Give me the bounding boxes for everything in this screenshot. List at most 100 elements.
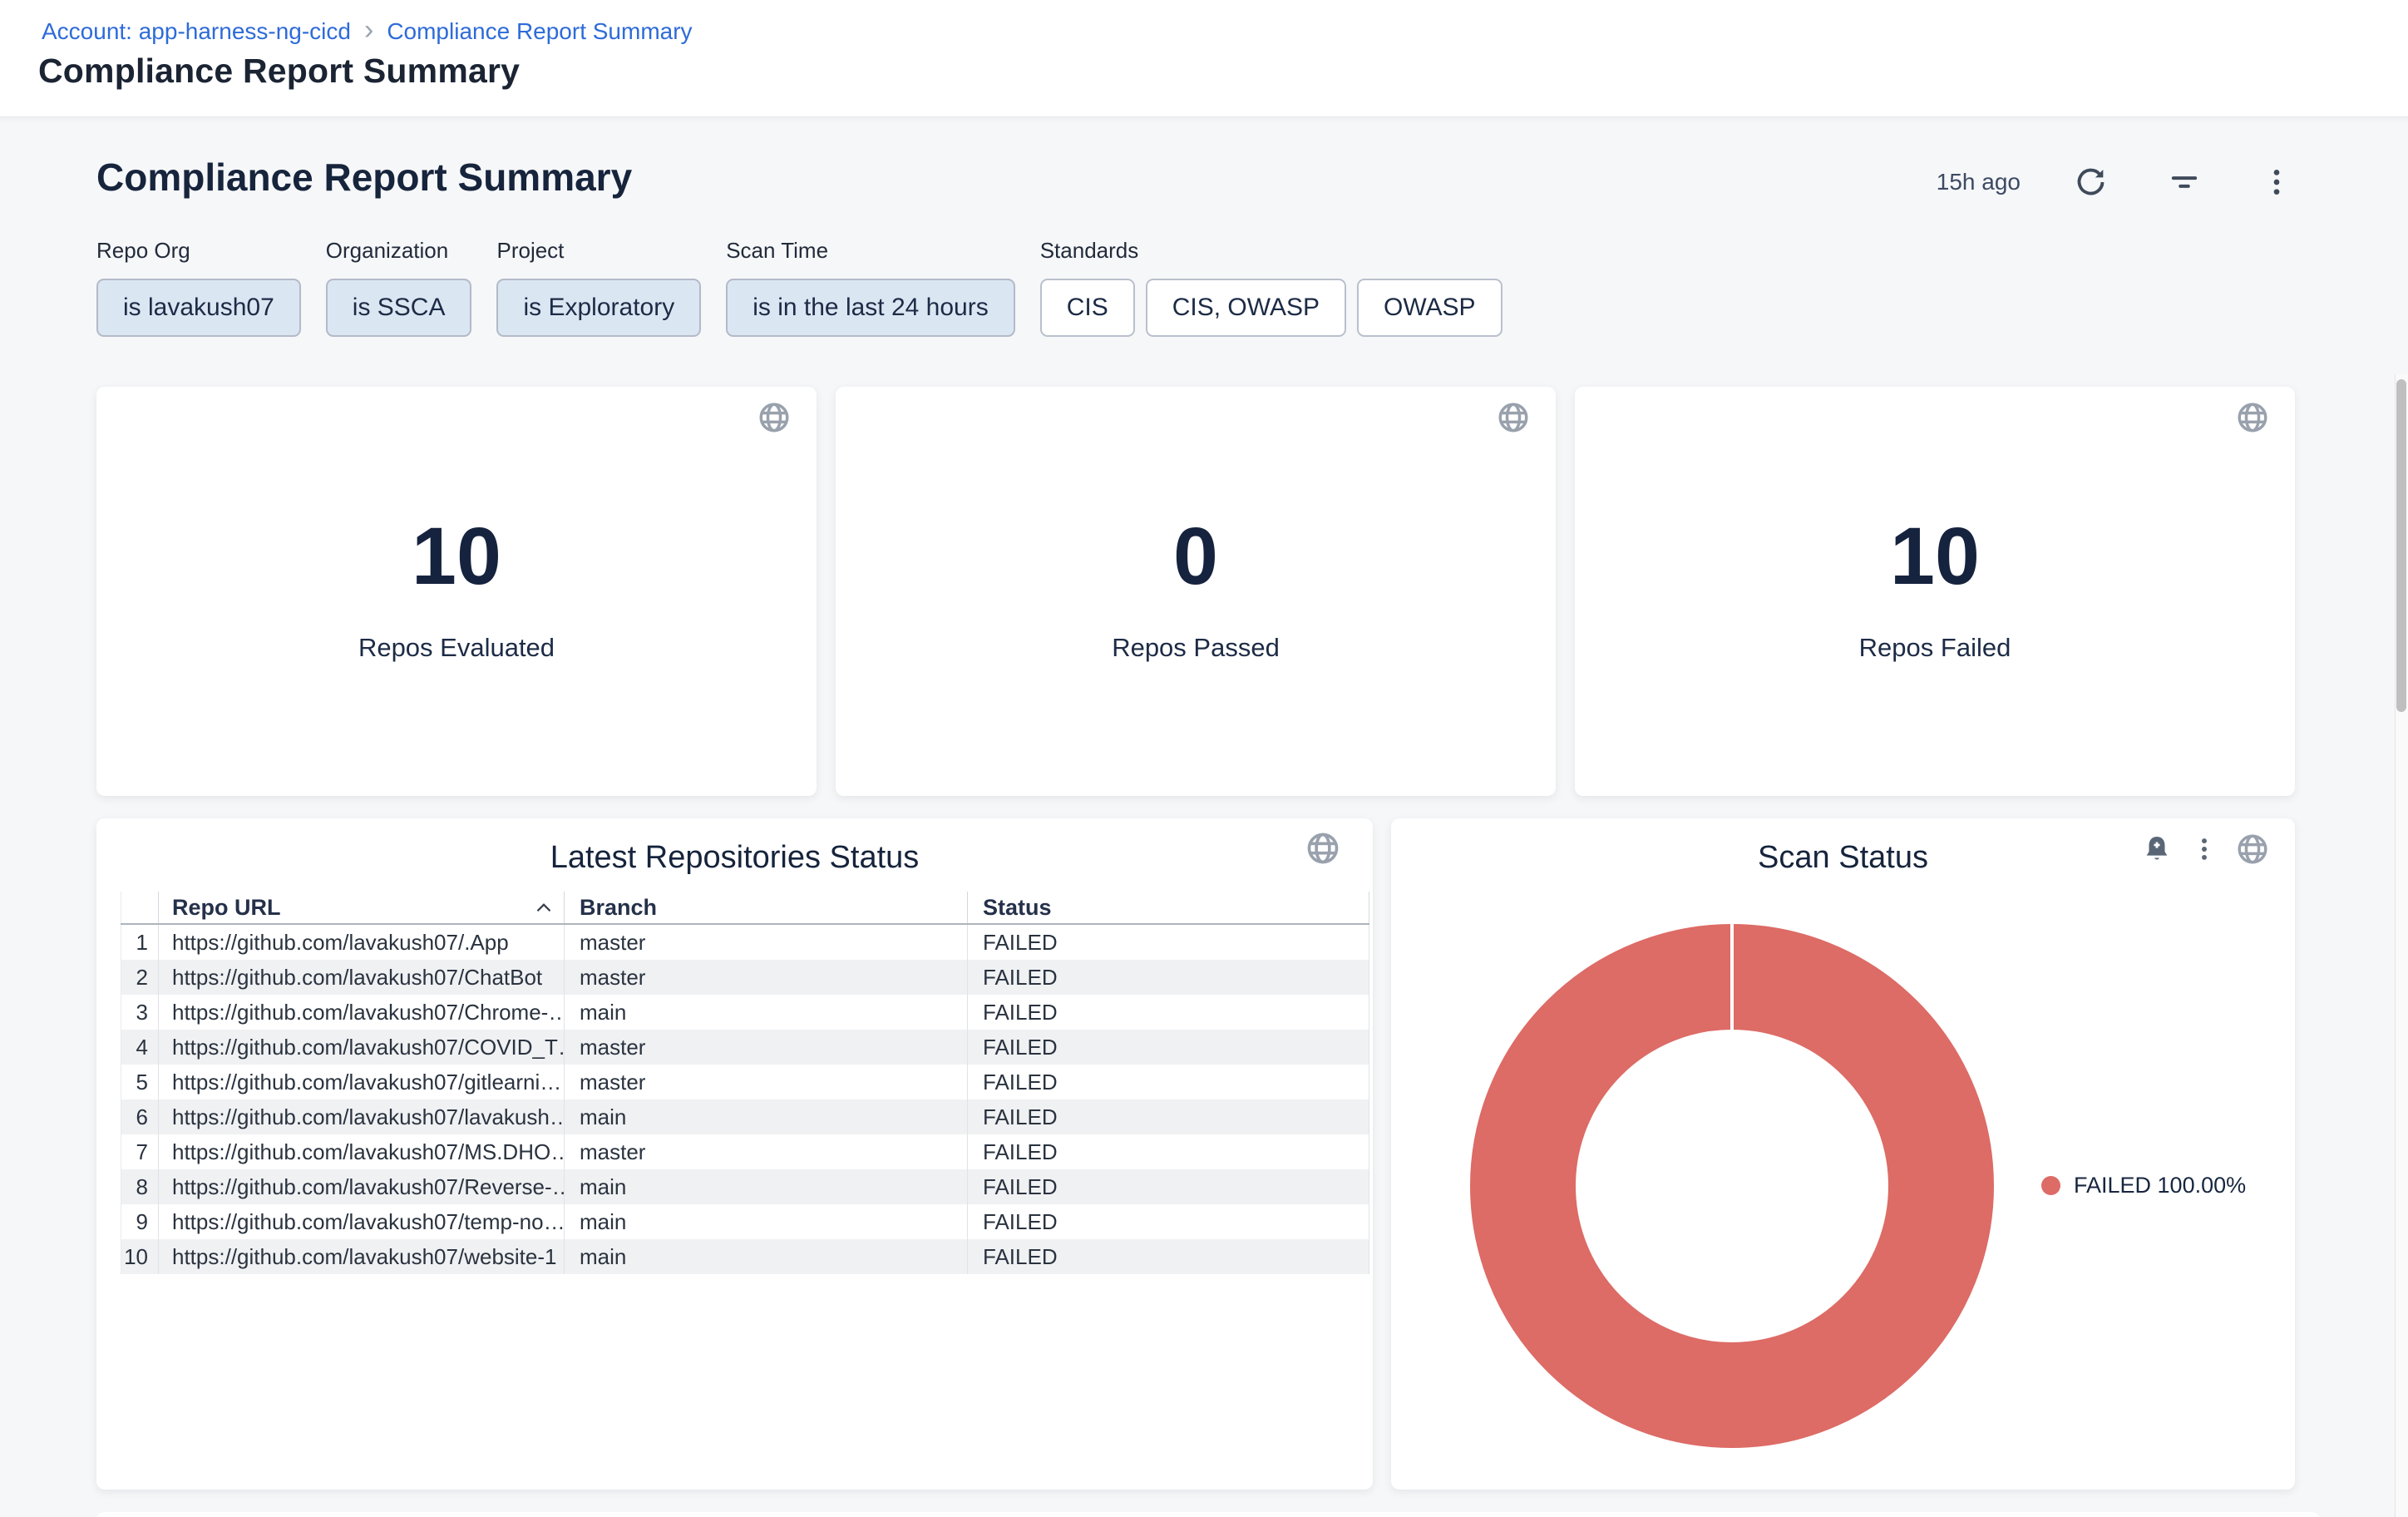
filter-chip-standards-owasp[interactable]: OWASP [1357,279,1503,337]
refresh-button[interactable] [2069,160,2114,205]
more-menu-button[interactable] [2255,161,2298,204]
breadcrumb-page-link[interactable]: Compliance Report Summary [387,18,692,45]
filter-label: Scan Time [726,238,1015,264]
globe-icon[interactable] [757,400,792,439]
status-cell: FAILED [968,1239,1369,1274]
legend-label: FAILED 100.00% [2074,1173,2246,1198]
status-cell: FAILED [968,1169,1369,1204]
repo-url-cell: https://github.com/lavakush07/COVID_T… [159,1030,565,1065]
last-refreshed-label: 15h ago [1937,169,2021,195]
tile-label: Repos Evaluated [96,633,817,663]
column-header-repo-url[interactable]: Repo URL [159,892,565,923]
row-number-cell: 7 [121,1134,159,1169]
table-row: 4 https://github.com/lavakush07/COVID_T…… [121,1030,1369,1065]
filter-chip-organization[interactable]: is SSCA [326,279,472,337]
row-number-cell: 4 [121,1030,159,1065]
breadcrumb-chevron-icon: › [364,18,373,42]
filter-button[interactable] [2162,160,2207,205]
repo-url-cell: https://github.com/lavakush07/temp-no… [159,1204,565,1239]
globe-icon[interactable] [2235,400,2270,439]
filter-group-scan-time: Scan Time is in the last 24 hours [726,238,1015,337]
row-number-cell: 1 [121,925,159,960]
branch-cell: master [565,1030,968,1065]
dashboard-title: Compliance Report Summary [96,155,632,200]
scan-status-donut-chart [1441,895,2023,1477]
bell-plus-icon[interactable] [2140,833,2174,866]
page-title: Compliance Report Summary [38,52,520,91]
filter-label: Organization [326,238,472,264]
dashboard-toolbar: 15h ago [1937,160,2298,205]
breadcrumb-account-link[interactable]: Account: app-harness-ng-cicd [42,18,351,45]
filter-chip-repo-org[interactable]: is lavakush07 [96,279,301,337]
stat-tiles: 10 Repos Evaluated 0 Repos Passed 10 Rep… [96,387,2295,796]
table-row: 9 https://github.com/lavakush07/temp-no…… [121,1204,1369,1239]
repo-url-cell: https://github.com/lavakush07/Reverse-… [159,1169,565,1204]
filters-bar: Repo Org is lavakush07 Organization is S… [96,238,1503,337]
row-number-cell: 10 [121,1239,159,1274]
filter-icon [2167,165,2202,200]
row-number-cell: 8 [121,1169,159,1204]
tile-label: Repos Passed [836,633,1556,663]
row-number-cell: 9 [121,1204,159,1239]
row-number-cell: 2 [121,960,159,995]
filter-group-repo-org: Repo Org is lavakush07 [96,238,301,337]
latest-repositories-card: Latest Repositories Status Repo URL Bran… [96,818,1373,1490]
filter-group-organization: Organization is SSCA [326,238,472,337]
filter-label: Project [496,238,701,264]
kebab-menu-icon [2260,166,2293,199]
tile-value: 10 [96,510,817,603]
filter-chip-scan-time[interactable]: is in the last 24 hours [726,279,1015,337]
globe-icon[interactable] [1496,400,1531,439]
status-cell: FAILED [968,995,1369,1030]
branch-cell: main [565,1099,968,1134]
tile-repos-passed: 0 Repos Passed [836,387,1556,796]
status-cell: FAILED [968,960,1369,995]
filter-chip-standards-cis-owasp[interactable]: CIS, OWASP [1146,279,1346,337]
branch-cell: main [565,995,968,1030]
row-number-header [121,892,159,923]
status-cell: FAILED [968,1134,1369,1169]
table-row: 7 https://github.com/lavakush07/MS.DHO… … [121,1134,1369,1169]
repositories-card-title: Latest Repositories Status [96,840,1373,876]
tile-repos-failed: 10 Repos Failed [1575,387,2295,796]
app-header: Account: app-harness-ng-cicd › Complianc… [0,0,2408,117]
globe-icon[interactable] [1305,830,1341,871]
branch-cell: master [565,1065,968,1099]
row-number-cell: 6 [121,1099,159,1134]
table-row: 3 https://github.com/lavakush07/Chrome-…… [121,995,1369,1030]
filter-label: Repo Org [96,238,301,264]
branch-cell: master [565,925,968,960]
globe-icon[interactable] [2235,832,2270,867]
legend-item-failed[interactable]: FAILED 100.00% [2041,1173,2246,1198]
kebab-menu-icon[interactable] [2190,835,2218,863]
repo-url-cell: https://github.com/lavakush07/ChatBot [159,960,565,995]
filter-chip-standards-cis[interactable]: CIS [1040,279,1135,337]
scrollbar-track[interactable] [2395,374,2408,1517]
status-cell: FAILED [968,1065,1369,1099]
column-header-status[interactable]: Status [968,892,1369,923]
table-row: 8 https://github.com/lavakush07/Reverse-… [121,1169,1369,1204]
scan-card-actions [2140,832,2270,867]
legend-dot [2041,1176,2060,1195]
repositories-table: Repo URL Branch Status 1 https://github.… [121,892,1369,1274]
table-header-row: Repo URL Branch Status [121,892,1369,925]
caret-up-icon [535,902,552,913]
refresh-icon [2074,165,2109,200]
repo-url-cell: https://github.com/lavakush07/gitlearni… [159,1065,565,1099]
table-row: 1 https://github.com/lavakush07/.App mas… [121,925,1369,960]
column-header-branch[interactable]: Branch [565,892,968,923]
branch-cell: main [565,1204,968,1239]
repo-url-cell: https://github.com/lavakush07/lavakush… [159,1099,565,1134]
filter-chip-project[interactable]: is Exploratory [496,279,701,337]
tile-value: 0 [836,510,1556,603]
status-cell: FAILED [968,1099,1369,1134]
table-row: 10 https://github.com/lavakush07/website… [121,1239,1369,1274]
filter-group-standards: Standards CIS CIS, OWASP OWASP [1040,238,1503,337]
tile-value: 10 [1575,510,2295,603]
row-number-cell: 3 [121,995,159,1030]
scrollbar-thumb[interactable] [2396,379,2406,712]
next-card-partial [96,1512,2320,1517]
repo-url-cell: https://github.com/lavakush07/MS.DHO… [159,1134,565,1169]
branch-cell: main [565,1239,968,1274]
status-cell: FAILED [968,925,1369,960]
